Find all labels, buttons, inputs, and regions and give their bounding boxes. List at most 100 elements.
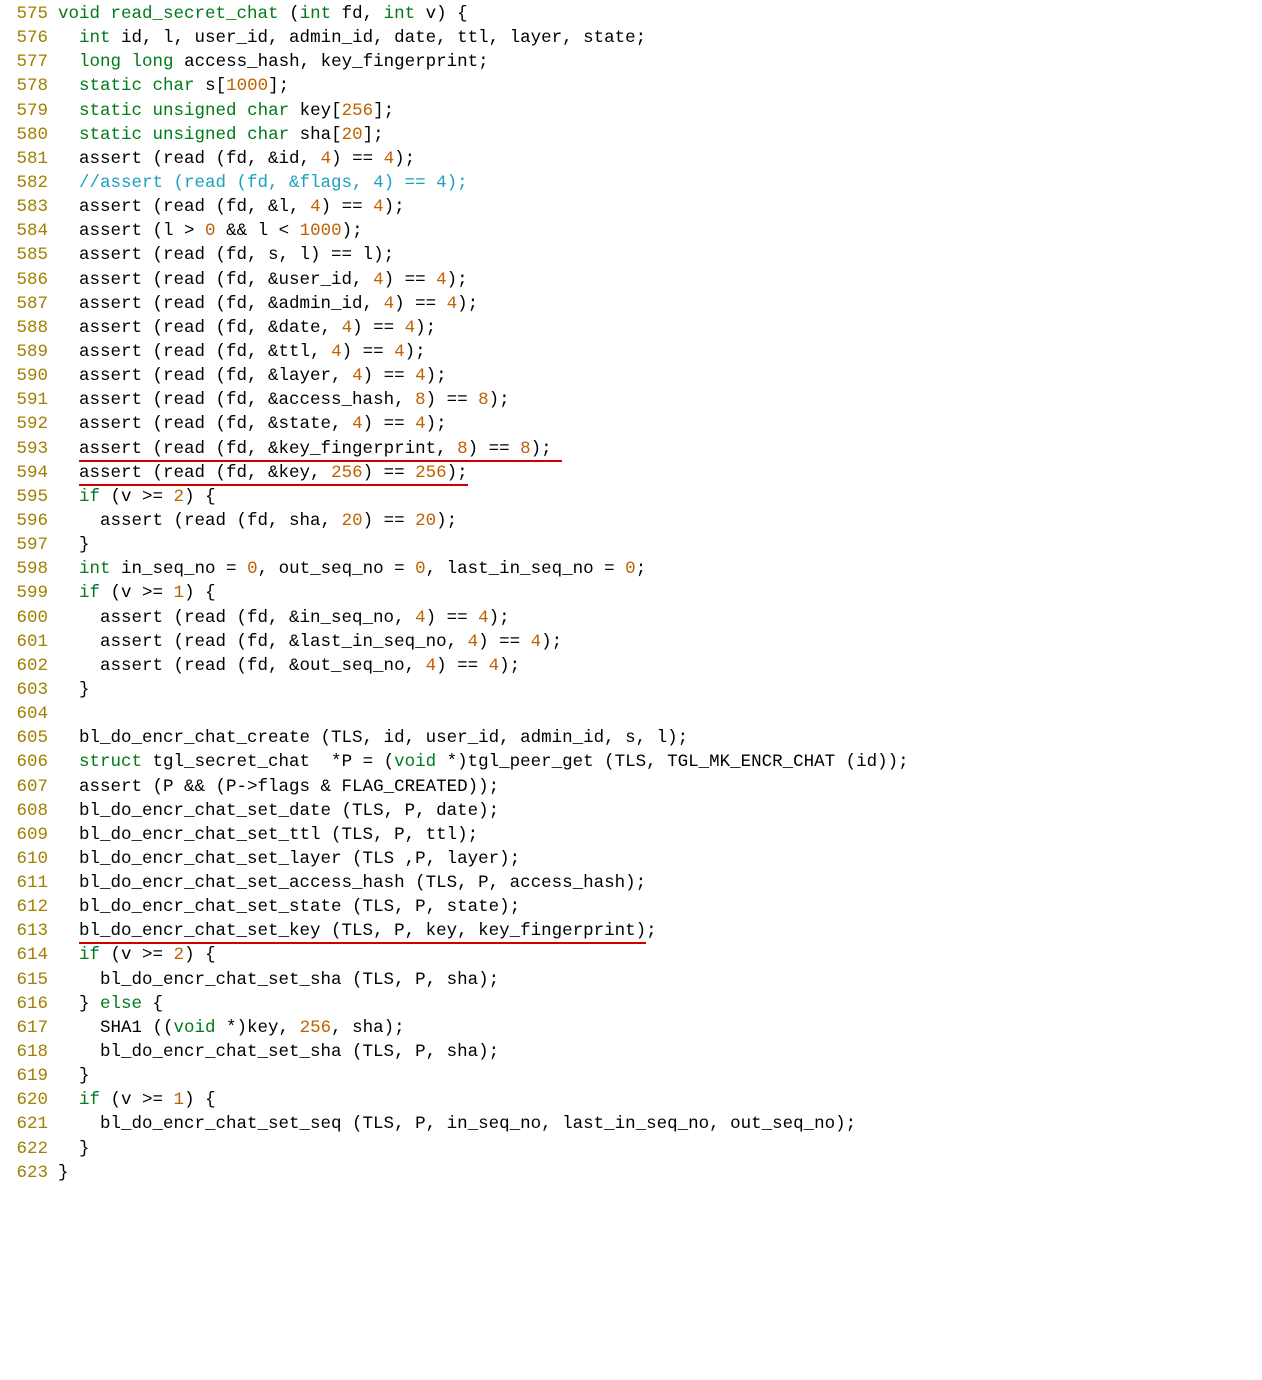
line-number: 597 [0, 533, 58, 557]
line-number: 603 [0, 678, 58, 702]
line-number: 602 [0, 654, 58, 678]
line-number: 585 [0, 243, 58, 267]
code-line: 575void read_secret_chat (int fd, int v)… [0, 2, 1262, 26]
code-line: 616 } else { [0, 992, 1262, 1016]
code-content: assert (read (fd, &id, 4) == 4); [58, 147, 415, 171]
code-content: bl_do_encr_chat_set_key (TLS, P, key, ke… [58, 919, 657, 943]
code-content: } [58, 1161, 69, 1185]
code-line: 618 bl_do_encr_chat_set_sha (TLS, P, sha… [0, 1040, 1262, 1064]
line-number: 620 [0, 1088, 58, 1112]
code-block: 575void read_secret_chat (int fd, int v)… [0, 0, 1262, 1185]
line-number: 622 [0, 1137, 58, 1161]
code-line: 588 assert (read (fd, &date, 4) == 4); [0, 316, 1262, 340]
line-number: 618 [0, 1040, 58, 1064]
line-number: 605 [0, 726, 58, 750]
code-content: assert (read (fd, &key, 256) == 256); [58, 461, 468, 485]
line-number: 593 [0, 437, 58, 461]
code-line: 615 bl_do_encr_chat_set_sha (TLS, P, sha… [0, 968, 1262, 992]
code-content: assert (read (fd, &layer, 4) == 4); [58, 364, 447, 388]
line-number: 614 [0, 943, 58, 967]
code-line: 599 if (v >= 1) { [0, 581, 1262, 605]
line-number: 592 [0, 412, 58, 436]
code-content: } [58, 533, 90, 557]
code-line: 589 assert (read (fd, &ttl, 4) == 4); [0, 340, 1262, 364]
line-number: 596 [0, 509, 58, 533]
line-number: 609 [0, 823, 58, 847]
line-number: 599 [0, 581, 58, 605]
code-line: 608 bl_do_encr_chat_set_date (TLS, P, da… [0, 799, 1262, 823]
line-number: 610 [0, 847, 58, 871]
line-number: 606 [0, 750, 58, 774]
code-content: assert (read (fd, &admin_id, 4) == 4); [58, 292, 478, 316]
line-number: 586 [0, 268, 58, 292]
line-number: 612 [0, 895, 58, 919]
code-content: bl_do_encr_chat_set_ttl (TLS, P, ttl); [58, 823, 478, 847]
code-line: 614 if (v >= 2) { [0, 943, 1262, 967]
code-line: 587 assert (read (fd, &admin_id, 4) == 4… [0, 292, 1262, 316]
code-content: bl_do_encr_chat_set_access_hash (TLS, P,… [58, 871, 646, 895]
code-line: 585 assert (read (fd, s, l) == l); [0, 243, 1262, 267]
line-number: 583 [0, 195, 58, 219]
code-content: if (v >= 2) { [58, 485, 216, 509]
line-number: 594 [0, 461, 58, 485]
line-number: 607 [0, 775, 58, 799]
code-line: 622 } [0, 1137, 1262, 1161]
code-line: 598 int in_seq_no = 0, out_seq_no = 0, l… [0, 557, 1262, 581]
code-line: 606 struct tgl_secret_chat *P = (void *)… [0, 750, 1262, 774]
code-content: int in_seq_no = 0, out_seq_no = 0, last_… [58, 557, 646, 581]
line-number: 584 [0, 219, 58, 243]
code-content: //assert (read (fd, &flags, 4) == 4); [58, 171, 468, 195]
code-content: bl_do_encr_chat_set_sha (TLS, P, sha); [58, 968, 499, 992]
line-number: 615 [0, 968, 58, 992]
code-content: static char s[1000]; [58, 74, 289, 98]
code-content: } [58, 1064, 90, 1088]
code-content: assert (read (fd, sha, 20) == 20); [58, 509, 457, 533]
line-number: 604 [0, 702, 58, 726]
code-line: 584 assert (l > 0 && l < 1000); [0, 219, 1262, 243]
code-line: 591 assert (read (fd, &access_hash, 8) =… [0, 388, 1262, 412]
code-content: assert (read (fd, s, l) == l); [58, 243, 394, 267]
code-content: assert (read (fd, &date, 4) == 4); [58, 316, 436, 340]
code-line: 613 bl_do_encr_chat_set_key (TLS, P, key… [0, 919, 1262, 943]
line-number: 581 [0, 147, 58, 171]
code-line: 607 assert (P && (P->flags & FLAG_CREATE… [0, 775, 1262, 799]
code-content: struct tgl_secret_chat *P = (void *)tgl_… [58, 750, 909, 774]
code-content: bl_do_encr_chat_create (TLS, id, user_id… [58, 726, 688, 750]
code-line: 583 assert (read (fd, &l, 4) == 4); [0, 195, 1262, 219]
line-number: 608 [0, 799, 58, 823]
code-line: 601 assert (read (fd, &last_in_seq_no, 4… [0, 630, 1262, 654]
code-line: 619 } [0, 1064, 1262, 1088]
code-content: if (v >= 1) { [58, 581, 216, 605]
code-content: int id, l, user_id, admin_id, date, ttl,… [58, 26, 646, 50]
code-content: assert (read (fd, &last_in_seq_no, 4) ==… [58, 630, 562, 654]
code-content: bl_do_encr_chat_set_state (TLS, P, state… [58, 895, 520, 919]
code-line: 576 int id, l, user_id, admin_id, date, … [0, 26, 1262, 50]
code-content: void read_secret_chat (int fd, int v) { [58, 2, 468, 26]
line-number: 582 [0, 171, 58, 195]
code-content: if (v >= 1) { [58, 1088, 216, 1112]
line-number: 580 [0, 123, 58, 147]
code-content: bl_do_encr_chat_set_seq (TLS, P, in_seq_… [58, 1112, 856, 1136]
line-number: 617 [0, 1016, 58, 1040]
code-line: 617 SHA1 ((void *)key, 256, sha); [0, 1016, 1262, 1040]
code-content: assert (read (fd, &out_seq_no, 4) == 4); [58, 654, 520, 678]
code-line: 586 assert (read (fd, &user_id, 4) == 4)… [0, 268, 1262, 292]
code-content: assert (read (fd, &ttl, 4) == 4); [58, 340, 426, 364]
code-line: 605 bl_do_encr_chat_create (TLS, id, use… [0, 726, 1262, 750]
code-line: 597 } [0, 533, 1262, 557]
code-line: 621 bl_do_encr_chat_set_seq (TLS, P, in_… [0, 1112, 1262, 1136]
code-content: assert (read (fd, &state, 4) == 4); [58, 412, 447, 436]
code-content: } else { [58, 992, 163, 1016]
code-line: 600 assert (read (fd, &in_seq_no, 4) == … [0, 606, 1262, 630]
code-content: assert (read (fd, &access_hash, 8) == 8)… [58, 388, 510, 412]
line-number: 621 [0, 1112, 58, 1136]
code-content: SHA1 ((void *)key, 256, sha); [58, 1016, 405, 1040]
line-number: 600 [0, 606, 58, 630]
code-content: assert (read (fd, &user_id, 4) == 4); [58, 268, 468, 292]
code-content: assert (read (fd, &in_seq_no, 4) == 4); [58, 606, 510, 630]
code-line: 582 //assert (read (fd, &flags, 4) == 4)… [0, 171, 1262, 195]
code-content: bl_do_encr_chat_set_sha (TLS, P, sha); [58, 1040, 499, 1064]
line-number: 575 [0, 2, 58, 26]
line-number: 601 [0, 630, 58, 654]
line-number: 613 [0, 919, 58, 943]
